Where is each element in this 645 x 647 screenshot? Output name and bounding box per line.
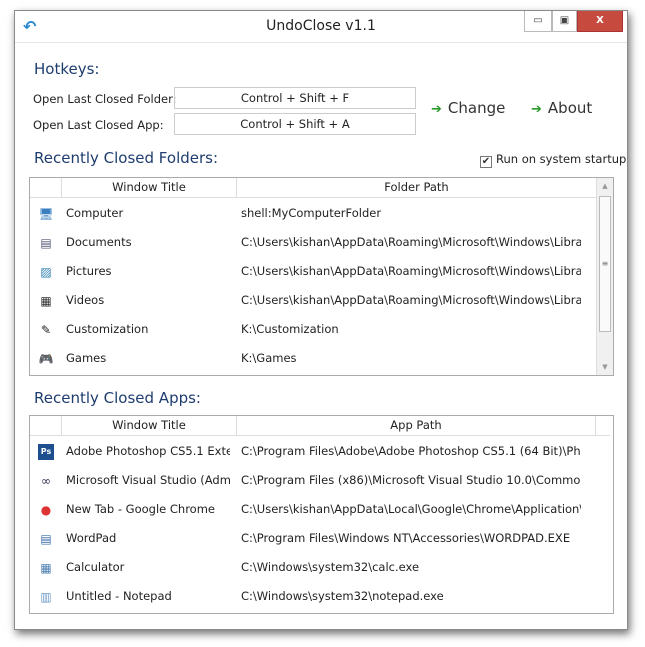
chrome-icon: ● bbox=[40, 503, 52, 517]
table-row[interactable]: ▦ Videos C:\Users\kishan\AppData\Roaming\M… bbox=[30, 286, 596, 315]
pictures-icon: ▨ bbox=[40, 265, 52, 279]
row-title: Microsoft Visual Studio (Administrator) bbox=[66, 473, 230, 487]
row-path: C:\Program Files\Windows NT\Accessories\… bbox=[241, 531, 571, 545]
calculator-icon: ▦ bbox=[40, 561, 52, 575]
row-path: shell:MyComputerFolder bbox=[241, 206, 382, 220]
computer-icon: 🖥 bbox=[38, 207, 54, 221]
apps-heading: Recently Closed Apps: bbox=[34, 389, 201, 407]
folders-heading: Recently Closed Folders: bbox=[34, 149, 219, 167]
row-title: WordPad bbox=[66, 531, 117, 545]
table-row[interactable]: ▨ Pictures C:\Users\kishan\AppData\Roaming… bbox=[30, 257, 596, 286]
startup-label: Run on system startup bbox=[496, 152, 627, 166]
table-row[interactable]: ▤ WordPad C:\Program Files\Windows NT\Acce… bbox=[30, 524, 596, 553]
games-icon: 🎮 bbox=[38, 352, 54, 366]
table-header: Window Title App Path bbox=[30, 416, 610, 436]
apps-table: Window Title App Path Ps Adobe Photoshop … bbox=[29, 415, 614, 614]
customization-icon: ✎ bbox=[40, 323, 52, 337]
visual-studio-icon: ∞ bbox=[41, 474, 51, 488]
undoclose-window: ↶ UndoClose v1.1 ▭ ▣ X Hotkeys: Open Las… bbox=[14, 10, 628, 630]
row-title: Calculator bbox=[66, 560, 125, 574]
scrollbar-thumb[interactable]: ≡ bbox=[599, 196, 611, 332]
row-path: C:\Windows\system32\calc.exe bbox=[241, 560, 420, 574]
row-path: C:\Program Files (x86)\Microsoft Visual … bbox=[241, 473, 581, 487]
row-path: C:\Users\kishan\AppData\Roaming\Microsof… bbox=[241, 293, 581, 307]
row-title: Pictures bbox=[66, 264, 112, 278]
row-path: C:\Users\kishan\AppData\Roaming\Microsof… bbox=[241, 264, 581, 278]
row-path: C:\Users\kishan\AppData\Local\Google\Chr… bbox=[241, 502, 581, 516]
table-row[interactable]: ▦ Calculator C:\Windows\system32\calc.exe bbox=[30, 553, 596, 582]
maximize-button[interactable]: ▣ bbox=[552, 11, 577, 32]
change-button[interactable]: ➔ Change bbox=[431, 99, 505, 117]
videos-icon: ▦ bbox=[40, 294, 52, 308]
scroll-up-icon[interactable]: ▲ bbox=[597, 178, 613, 194]
row-path: C:\Users\kishan\AppData\Roaming\Microsof… bbox=[241, 235, 581, 249]
table-row[interactable]: ✎ Customization K:\Customization bbox=[30, 315, 596, 344]
row-title: Computer bbox=[66, 206, 124, 220]
row-title: Games bbox=[66, 351, 107, 365]
column-header-window-title[interactable]: Window Title bbox=[62, 178, 237, 198]
icon-column-header bbox=[30, 178, 62, 198]
table-row[interactable]: 🎮 Games K:\Games bbox=[30, 344, 596, 373]
row-title: Adobe Photoshop CS5.1 Extended bbox=[66, 444, 230, 458]
row-path: K:\Customization bbox=[241, 322, 339, 336]
minimize-button[interactable]: ▭ bbox=[524, 11, 552, 32]
row-title: Documents bbox=[66, 235, 132, 249]
arrow-right-icon: ➔ bbox=[531, 102, 542, 117]
table-row[interactable]: ∞ Microsoft Visual Studio (Administrator)… bbox=[30, 466, 596, 495]
column-header-folder-path[interactable]: Folder Path bbox=[237, 178, 596, 198]
notepad-icon: ▥ bbox=[40, 590, 52, 604]
table-row[interactable]: ▤ Documents C:\Users\kishan\AppData\Roamin… bbox=[30, 228, 596, 257]
about-label: About bbox=[547, 99, 593, 117]
change-label: Change bbox=[447, 99, 506, 117]
row-title: Customization bbox=[66, 322, 149, 336]
row-title: Untitled - Notepad bbox=[66, 589, 172, 603]
folder-hotkey-field[interactable]: Control + Shift + F bbox=[174, 87, 416, 109]
app-hotkey-label: Open Last Closed App: bbox=[33, 118, 164, 132]
folder-hotkey-label: Open Last Closed Folder: bbox=[33, 92, 177, 106]
row-path: C:\Windows\system32\notepad.exe bbox=[241, 589, 444, 603]
table-header: Window Title Folder Path bbox=[30, 178, 596, 198]
column-header-window-title[interactable]: Window Title bbox=[62, 416, 237, 436]
hotkeys-heading: Hotkeys: bbox=[34, 60, 100, 78]
table-row[interactable]: Ps Adobe Photoshop CS5.1 Extended C:\Progr… bbox=[30, 437, 596, 466]
app-hotkey-field[interactable]: Control + Shift + A bbox=[174, 113, 416, 135]
photoshop-icon: Ps bbox=[38, 444, 54, 460]
row-path: K:\Games bbox=[241, 351, 297, 365]
row-path: C:\Program Files\Adobe\Adobe Photoshop C… bbox=[241, 444, 581, 458]
arrow-right-icon: ➔ bbox=[431, 102, 442, 117]
table-row[interactable]: ▥ Untitled - Notepad C:\Windows\system32\n… bbox=[30, 582, 596, 611]
icon-column-header bbox=[30, 416, 62, 436]
scroll-down-icon[interactable]: ▼ bbox=[597, 359, 613, 375]
title-bar: ↶ UndoClose v1.1 ▭ ▣ X bbox=[15, 11, 627, 43]
folders-scrollbar[interactable]: ▲ ≡ ▼ bbox=[596, 178, 613, 375]
wordpad-icon: ▤ bbox=[40, 532, 52, 546]
about-button[interactable]: ➔ About bbox=[531, 99, 592, 117]
close-button[interactable]: X bbox=[577, 11, 623, 32]
startup-checkbox[interactable]: ✔ Run on system startup bbox=[480, 152, 626, 168]
row-title: Videos bbox=[66, 293, 105, 307]
table-row[interactable]: 🖥 Computer shell:MyComputerFolder bbox=[30, 199, 596, 228]
row-title: New Tab - Google Chrome bbox=[66, 502, 215, 516]
column-header-app-path[interactable]: App Path bbox=[237, 416, 596, 436]
folders-table: Window Title Folder Path ▲ ≡ ▼ 🖥 Computer… bbox=[29, 177, 614, 376]
checkbox-checked-icon[interactable]: ✔ bbox=[480, 156, 492, 168]
table-row[interactable]: ● New Tab - Google Chrome C:\Users\kishan\… bbox=[30, 495, 596, 524]
documents-icon: ▤ bbox=[40, 236, 52, 250]
